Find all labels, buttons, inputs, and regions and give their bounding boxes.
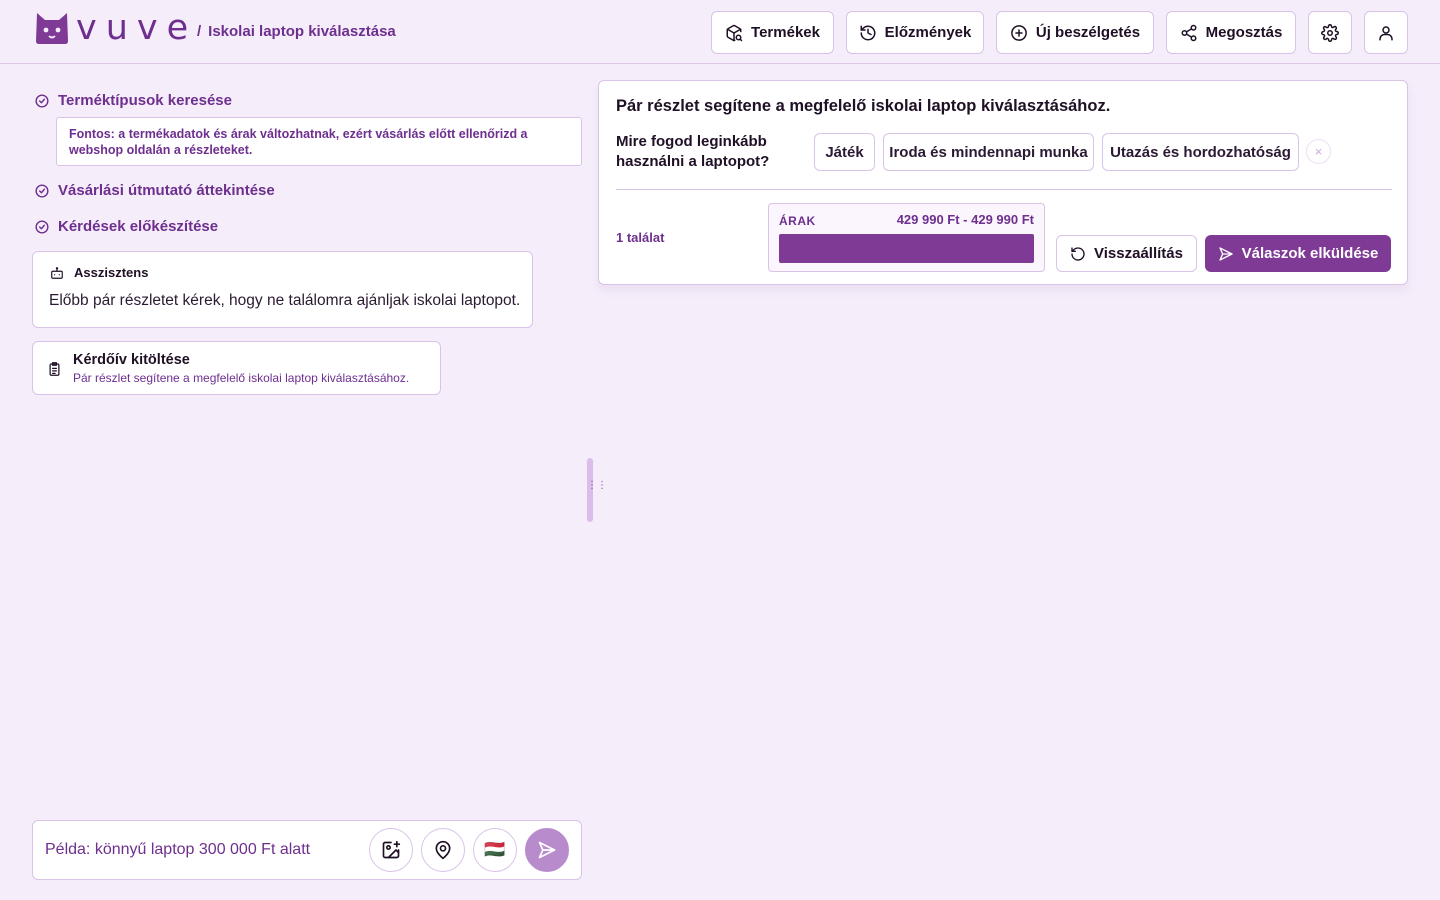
divider: [616, 189, 1392, 190]
assistant-message-text: Előbb pár részletet kérek, hogy ne talál…: [49, 292, 521, 309]
brand-name: vuve: [76, 8, 198, 48]
history-button-label: Előzmények: [884, 24, 972, 41]
assistant-header: Asszisztens: [50, 265, 148, 280]
survey-title: Kérdőív kitöltése: [73, 352, 190, 368]
disclaimer-notice: Fontos: a termékadatok és árak változhat…: [56, 117, 582, 166]
assistant-message: Asszisztens Előbb pár részletet kérek, h…: [32, 251, 533, 328]
package-search-icon: [726, 24, 743, 41]
step-label: Kérdések előkészítése: [58, 218, 219, 235]
map-pin-icon: [435, 840, 451, 860]
step-label: Vásárlási útmutató áttekintése: [58, 182, 275, 199]
plus-circle-icon: [1011, 24, 1027, 41]
clear-selection-button[interactable]: ×: [1306, 139, 1331, 164]
option-gaming[interactable]: Játék: [814, 133, 875, 171]
submit-answers-button[interactable]: Válaszok elküldése: [1205, 235, 1391, 272]
assistant-label: Asszisztens: [74, 265, 149, 280]
check-circle-icon: [35, 93, 49, 108]
question-card-title: Pár részlet segítene a megfelelő iskolai…: [616, 97, 1111, 115]
question-card: Pár részlet segítene a megfelelő iskolai…: [598, 80, 1408, 285]
send-button[interactable]: [525, 828, 569, 872]
location-button[interactable]: [421, 828, 465, 872]
new-chat-button[interactable]: Új beszélgetés: [996, 11, 1154, 54]
option-office[interactable]: Iroda és mindennapi munka: [883, 133, 1094, 171]
question-text: Mire fogod leginkább használni a laptopo…: [616, 133, 770, 170]
result-count: 1 találat: [616, 230, 665, 245]
history-button[interactable]: Előzmények: [846, 11, 984, 54]
gear-icon: [1321, 23, 1339, 42]
check-circle-icon: [35, 219, 49, 234]
hungarian-flag-icon: 🇭🇺: [484, 840, 506, 859]
price-label: ÁRAK: [779, 214, 816, 228]
message-input[interactable]: [45, 837, 365, 863]
price-range-slider[interactable]: [779, 234, 1034, 263]
history-icon: [860, 25, 876, 40]
language-button[interactable]: 🇭🇺: [473, 828, 517, 872]
share-button-label: Megosztás: [1205, 24, 1283, 41]
bot-icon: [51, 266, 63, 279]
cat-logo-icon: [36, 13, 68, 44]
option-travel[interactable]: Utazás és hordozhatóság: [1102, 133, 1299, 171]
submit-button-label: Válaszok elküldése: [1241, 245, 1379, 262]
clipboard-list-icon: [49, 362, 60, 376]
brand-logo[interactable]: vuve: [34, 8, 198, 48]
image-plus-icon: [382, 840, 401, 859]
rotate-ccw-icon: [1071, 246, 1085, 261]
panel-resize-handle[interactable]: ⋮⋮: [587, 458, 607, 522]
new-chat-button-label: Új beszélgetés: [1035, 24, 1141, 41]
breadcrumb-separator: /: [197, 23, 202, 40]
settings-button[interactable]: [1308, 11, 1352, 54]
survey-subtitle: Pár részlet segítene a megfelelő iskolai…: [73, 371, 410, 385]
step-buying-guide: Vásárlási útmutató áttekintése: [35, 182, 275, 199]
grip-icon: ⋮⋮: [587, 480, 607, 491]
step-prepare-questions: Kérdések előkészítése: [35, 218, 218, 235]
message-composer: 🇭🇺: [32, 820, 582, 880]
products-button-label: Termékek: [751, 24, 820, 41]
page-title: Iskolai laptop kiválasztása: [208, 23, 396, 40]
user-icon: [1379, 25, 1393, 40]
image-upload-button[interactable]: [369, 828, 413, 872]
price-range: 429 990 Ft - 429 990 Ft: [896, 212, 1034, 227]
reset-button[interactable]: Visszaállítás: [1056, 235, 1197, 272]
survey-card[interactable]: Kérdőív kitöltése Pár részlet segítene a…: [32, 341, 441, 395]
step-label: Terméktípusok keresése: [58, 92, 232, 109]
check-circle-icon: [35, 183, 49, 198]
top-header: vuve / Iskolai laptop kiválasztása Termék…: [0, 0, 1440, 64]
profile-button[interactable]: [1364, 11, 1408, 54]
share-button[interactable]: Megosztás: [1166, 11, 1296, 54]
breadcrumb: / Iskolai laptop kiválasztása: [197, 23, 396, 40]
reset-button-label: Visszaállítás: [1094, 245, 1183, 262]
send-icon: [1218, 246, 1233, 261]
price-filter: ÁRAK 429 990 Ft - 429 990 Ft: [768, 203, 1045, 272]
share-icon: [1181, 24, 1197, 41]
products-button[interactable]: Termékek: [711, 11, 834, 54]
step-product-types: Terméktípusok keresése: [35, 92, 232, 109]
price-range-fill: [779, 234, 1034, 263]
send-icon: [538, 841, 556, 859]
